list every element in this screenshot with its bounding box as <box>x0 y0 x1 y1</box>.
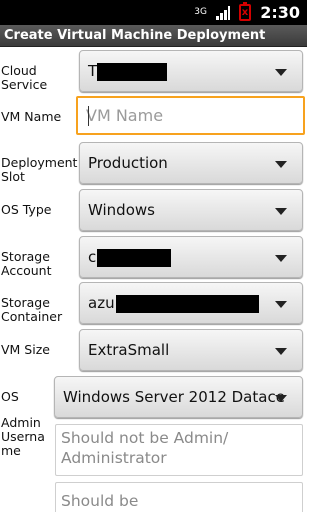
os-type-spinner[interactable]: Windows <box>79 189 303 231</box>
storage-account-spinner[interactable]: c e <box>79 236 303 278</box>
chevron-down-icon <box>275 348 287 355</box>
vm-size-value: ExtraSmall <box>88 341 170 359</box>
redaction-bar <box>97 63 167 81</box>
os-type-value: Windows <box>88 201 155 219</box>
os-label: OS <box>1 389 19 404</box>
chevron-down-icon <box>275 255 287 262</box>
storage-account-label: Storage Account <box>1 249 52 278</box>
os-spinner[interactable]: Windows Server 2012 Datace <box>54 376 303 418</box>
admin-username-input[interactable] <box>56 425 302 475</box>
battery-alert-icon <box>239 2 251 21</box>
storage-container-label: Storage Container <box>1 295 63 324</box>
chevron-down-icon <box>275 208 287 215</box>
vm-name-label: VM Name <box>1 109 62 124</box>
cloud-service-spinner[interactable]: T S <box>79 50 303 92</box>
network-type-indicator: 3G <box>194 7 207 17</box>
admin-username-field[interactable] <box>55 424 303 476</box>
chevron-down-icon <box>275 301 287 308</box>
redaction-bar <box>97 249 171 267</box>
storage-container-spinner[interactable]: azu nta <box>79 282 303 324</box>
deployment-slot-value: Production <box>88 154 168 172</box>
chevron-down-icon <box>275 161 287 168</box>
os-value: Windows Server 2012 Datace <box>63 388 285 406</box>
vm-name-field[interactable] <box>76 96 305 135</box>
vm-size-label: VM Size <box>1 342 50 357</box>
deployment-slot-label: Deployment Slot <box>1 155 78 184</box>
admin-username-label: Admin Userna me <box>1 415 45 458</box>
deployment-slot-spinner[interactable]: Production <box>79 142 303 184</box>
redaction-bar <box>116 295 259 313</box>
signal-strength-icon <box>216 5 230 20</box>
vm-name-input[interactable] <box>78 98 303 133</box>
status-bar: 3G 2:30 <box>0 0 307 25</box>
status-icons: 3G <box>194 2 251 21</box>
vm-size-spinner[interactable]: ExtraSmall <box>79 329 303 371</box>
text-cursor <box>88 106 89 126</box>
admin-password-field[interactable] <box>55 482 303 512</box>
os-type-label: OS Type <box>1 202 52 217</box>
chevron-down-icon <box>275 395 287 402</box>
chevron-down-icon <box>275 69 287 76</box>
clock: 2:30 <box>260 3 300 22</box>
admin-password-input[interactable] <box>56 483 302 512</box>
title-bar: Create Virtual Machine Deployment <box>0 25 307 47</box>
cloud-service-label: Cloud Service <box>1 63 48 92</box>
page-title: Create Virtual Machine Deployment <box>4 28 266 43</box>
